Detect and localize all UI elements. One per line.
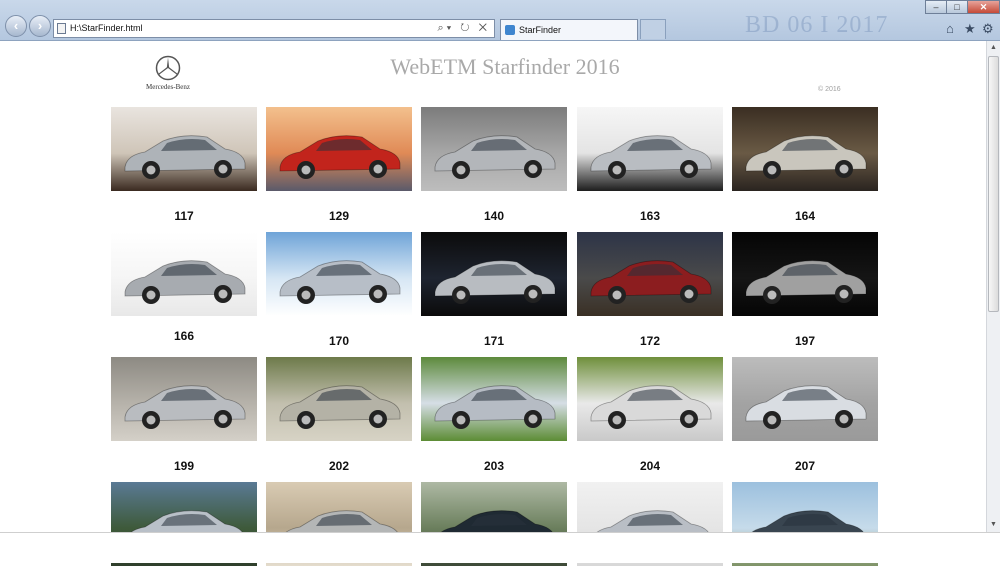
model-code[interactable]: 199 xyxy=(111,459,257,473)
car-image xyxy=(745,385,867,429)
home-icon[interactable]: ⌂ xyxy=(946,21,954,36)
model-code[interactable]: 171 xyxy=(421,334,567,348)
model-card[interactable] xyxy=(732,357,878,441)
vertical-scrollbar[interactable]: ▲ ▼ xyxy=(986,41,1000,532)
model-card[interactable] xyxy=(266,232,412,316)
model-thumbnail[interactable] xyxy=(111,357,257,441)
car-image xyxy=(590,260,712,304)
car-image xyxy=(745,260,867,304)
page-icon xyxy=(57,23,66,34)
model-card[interactable] xyxy=(577,232,723,316)
car-image xyxy=(279,260,401,304)
model-thumbnail[interactable] xyxy=(266,107,412,191)
model-code[interactable]: 117 xyxy=(111,209,257,223)
model-card[interactable] xyxy=(421,107,567,191)
model-thumbnail[interactable] xyxy=(732,107,878,191)
model-thumbnail[interactable] xyxy=(577,107,723,191)
model-code[interactable]: 202 xyxy=(266,459,412,473)
scroll-down-icon[interactable]: ▼ xyxy=(987,518,1000,532)
model-thumbnail[interactable] xyxy=(111,107,257,191)
model-card[interactable] xyxy=(266,357,412,441)
model-thumbnail[interactable] xyxy=(421,107,567,191)
tab-title: StarFinder xyxy=(519,25,562,35)
car-image xyxy=(434,260,556,304)
model-code[interactable]: 172 xyxy=(577,334,723,348)
model-code[interactable]: 166 xyxy=(111,329,257,343)
model-card[interactable] xyxy=(577,107,723,191)
model-card[interactable] xyxy=(111,357,257,441)
address-bar[interactable]: H:\StarFinder.html ⌕▾ ↻ ✕ xyxy=(53,19,495,38)
car-image xyxy=(279,385,401,429)
brand-name: Mercedes-Benz xyxy=(146,83,190,91)
model-code[interactable]: 170 xyxy=(266,334,412,348)
minimize-button[interactable]: – xyxy=(925,0,947,14)
model-code[interactable]: 129 xyxy=(266,209,412,223)
favorites-icon[interactable]: ★ xyxy=(964,21,976,37)
car-image xyxy=(434,135,556,179)
model-thumbnail[interactable] xyxy=(266,357,412,441)
gear-icon[interactable]: ⚙ xyxy=(982,21,994,37)
mercedes-star-icon xyxy=(155,55,181,81)
model-card[interactable] xyxy=(732,232,878,316)
back-button[interactable]: ‹ xyxy=(5,15,27,37)
scroll-thumb[interactable] xyxy=(988,56,999,312)
address-text: H:\StarFinder.html xyxy=(70,23,143,33)
model-thumbnail[interactable] xyxy=(421,232,567,316)
status-area xyxy=(0,532,1000,563)
model-thumbnail[interactable] xyxy=(111,232,257,316)
model-card[interactable] xyxy=(577,357,723,441)
model-thumbnail[interactable] xyxy=(421,357,567,441)
model-card[interactable] xyxy=(421,357,567,441)
ie-page-icon xyxy=(505,25,515,35)
model-code[interactable]: 197 xyxy=(732,334,878,348)
model-thumbnail[interactable] xyxy=(732,232,878,316)
model-code[interactable]: 164 xyxy=(732,209,878,223)
car-image xyxy=(279,135,401,179)
model-thumbnail[interactable] xyxy=(732,357,878,441)
model-thumbnail[interactable] xyxy=(266,232,412,316)
maximize-button[interactable]: □ xyxy=(946,0,968,14)
car-image xyxy=(590,385,712,429)
model-card[interactable] xyxy=(266,107,412,191)
car-image xyxy=(124,385,246,429)
model-thumbnail[interactable] xyxy=(577,357,723,441)
car-image xyxy=(124,260,246,304)
watermark: BD 06 I 2017 xyxy=(745,12,889,38)
address-tools-icon[interactable]: ⌕▾ ↻ ✕ xyxy=(437,20,490,37)
car-image xyxy=(434,385,556,429)
model-card[interactable] xyxy=(421,232,567,316)
page-title: WebETM Starfinder 2016 xyxy=(390,54,620,79)
model-card[interactable] xyxy=(111,107,257,191)
model-code[interactable]: 140 xyxy=(421,209,567,223)
car-image xyxy=(590,135,712,179)
car-image xyxy=(124,135,246,179)
model-card[interactable] xyxy=(111,232,257,316)
copyright: © 2016 xyxy=(818,86,841,93)
browser-toolbar: ‹ › H:\StarFinder.html ⌕▾ ↻ ✕ StarFinder… xyxy=(0,0,1000,41)
model-code[interactable]: 163 xyxy=(577,209,723,223)
model-code[interactable]: 204 xyxy=(577,459,723,473)
tab-starfinder[interactable]: StarFinder xyxy=(500,19,638,40)
model-thumbnail[interactable] xyxy=(577,232,723,316)
new-tab-button[interactable] xyxy=(640,19,666,39)
model-card[interactable] xyxy=(732,107,878,191)
model-code[interactable]: 207 xyxy=(732,459,878,473)
model-code[interactable]: 203 xyxy=(421,459,567,473)
mercedes-logo: Mercedes-Benz xyxy=(143,55,193,91)
car-image xyxy=(745,135,867,179)
close-button[interactable]: ✕ xyxy=(967,0,1000,14)
forward-button[interactable]: › xyxy=(29,15,51,37)
scroll-up-icon[interactable]: ▲ xyxy=(987,41,1000,55)
